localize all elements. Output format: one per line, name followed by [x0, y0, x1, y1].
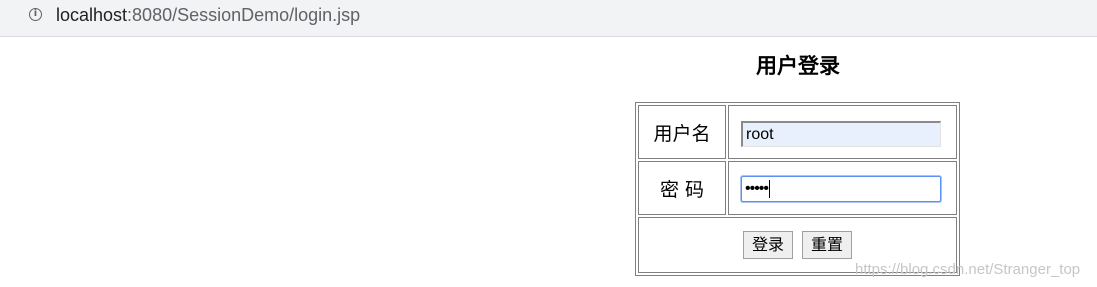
password-cell: •••••	[728, 161, 957, 215]
url-path: :8080/SessionDemo/login.jsp	[127, 5, 361, 25]
username-label: 用户名	[638, 105, 726, 159]
info-icon[interactable]: i	[29, 8, 42, 21]
password-value: •••••	[745, 180, 769, 197]
watermark: https://blog.csdn.net/Stranger_top	[855, 261, 1081, 278]
login-button[interactable]: 登录	[742, 231, 793, 259]
login-table: 用户名 root 密 码 ••••• 登录 重置	[635, 102, 960, 276]
username-input[interactable]: root	[741, 121, 941, 147]
reset-button[interactable]: 重置	[802, 231, 853, 259]
username-cell: root	[728, 105, 957, 159]
url-host: localhost	[56, 5, 128, 25]
url-field[interactable]: localhost:8080/SessionDemo/login.jsp	[56, 4, 360, 26]
page-title: 用户登录	[756, 54, 840, 78]
text-caret	[769, 179, 771, 198]
address-bar: i localhost:8080/SessionDemo/login.jsp	[0, 0, 1097, 37]
password-label: 密 码	[638, 161, 726, 215]
password-input[interactable]: •••••	[741, 176, 941, 202]
